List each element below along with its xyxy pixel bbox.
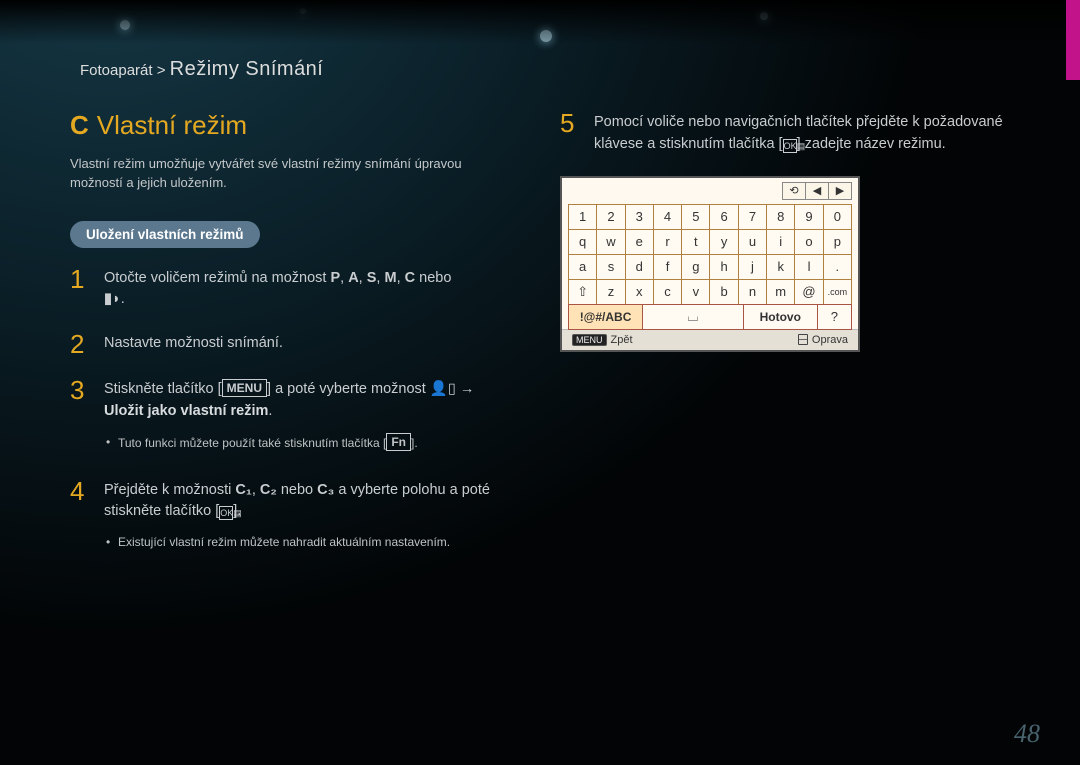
breadcrumb: Fotoaparát > Režimy Snímání xyxy=(80,58,323,81)
kbd-key-f[interactable]: f xyxy=(653,254,682,280)
kbd-key-i[interactable]: i xyxy=(766,229,795,255)
kbd-key-0[interactable]: 0 xyxy=(823,204,852,230)
kbd-foot-back[interactable]: MENUZpět xyxy=(572,334,633,346)
ok-button-icon: OK▤ xyxy=(783,139,797,153)
page-number: 48 xyxy=(1014,719,1040,749)
kbd-help[interactable]: ? xyxy=(817,304,852,330)
kbd-key-7[interactable]: 7 xyxy=(738,204,767,230)
kbd-key-d[interactable]: d xyxy=(625,254,654,280)
step-1: 1 Otočte voličem režimů na možnost P, A,… xyxy=(70,266,530,312)
page-title-text: Vlastní režim xyxy=(97,110,247,140)
step-4-note: Existující vlastní režim můžete nahradit… xyxy=(104,533,530,551)
kbd-key-s[interactable]: s xyxy=(596,254,625,280)
menu-button-label: MENU xyxy=(222,379,267,397)
kbd-cursor-left[interactable]: ◀ xyxy=(805,182,829,200)
kbd-key-u[interactable]: u xyxy=(738,229,767,255)
kbd-key-j[interactable]: j xyxy=(738,254,767,280)
section-pill: Uložení vlastních režimů xyxy=(70,221,260,248)
kbd-key-.[interactable]: . xyxy=(823,254,852,280)
kbd-key-r[interactable]: r xyxy=(653,229,682,255)
kbd-key-⇧[interactable]: ⇧ xyxy=(568,279,597,305)
kbd-key-x[interactable]: x xyxy=(625,279,654,305)
step-5: 5 Pomocí voliče nebo navigačních tlačíte… xyxy=(560,110,1020,156)
kbd-mode-switch[interactable]: !@#/ABC xyxy=(568,304,643,330)
kbd-key-.com[interactable]: .com xyxy=(823,279,852,305)
kbd-key-v[interactable]: v xyxy=(681,279,710,305)
kbd-key-2[interactable]: 2 xyxy=(596,204,625,230)
kbd-key-z[interactable]: z xyxy=(596,279,625,305)
kbd-foot-delete[interactable]: Oprava xyxy=(798,334,848,346)
kbd-key-@[interactable]: @ xyxy=(794,279,823,305)
kbd-key-y[interactable]: y xyxy=(709,229,738,255)
kbd-key-o[interactable]: o xyxy=(794,229,823,255)
step-3-note: Tuto funkci můžete použít také stisknutí… xyxy=(104,433,474,452)
kbd-key-k[interactable]: k xyxy=(766,254,795,280)
kbd-done[interactable]: Hotovo xyxy=(743,304,818,330)
video-icon: ▮◗ xyxy=(104,291,121,307)
kbd-key-6[interactable]: 6 xyxy=(709,204,738,230)
kbd-key-4[interactable]: 4 xyxy=(653,204,682,230)
kbd-undo-button[interactable]: ⟲ xyxy=(782,182,806,200)
kbd-key-g[interactable]: g xyxy=(681,254,710,280)
step-4: 4 Přejděte k možnosti C₁, C₂ nebo C₃ a v… xyxy=(70,478,530,558)
kbd-key-8[interactable]: 8 xyxy=(766,204,795,230)
kbd-cursor-right[interactable]: ▶ xyxy=(828,182,852,200)
kbd-key-l[interactable]: l xyxy=(794,254,823,280)
kbd-key-5[interactable]: 5 xyxy=(681,204,710,230)
kbd-key-q[interactable]: q xyxy=(568,229,597,255)
intro-text: Vlastní režim umožňuje vytvářet své vlas… xyxy=(70,155,500,193)
step-3: 3 Stiskněte tlačítko [MENU] a poté vyber… xyxy=(70,377,530,458)
kbd-key-a[interactable]: a xyxy=(568,254,597,280)
kbd-key-1[interactable]: 1 xyxy=(568,204,597,230)
onscreen-keyboard: ⟲ ◀ ▶ 1234567890 qwertyuiop asdfghjkl. ⇧… xyxy=(560,176,860,352)
kbd-key-n[interactable]: n xyxy=(738,279,767,305)
kbd-space[interactable]: ⌴ xyxy=(642,304,744,330)
breadcrumb-prefix: Fotoaparát > xyxy=(80,62,165,79)
kbd-key-b[interactable]: b xyxy=(709,279,738,305)
trash-icon xyxy=(798,334,808,345)
kbd-key-m[interactable]: m xyxy=(766,279,795,305)
kbd-key-c[interactable]: c xyxy=(653,279,682,305)
step-2: 2 Nastavte možnosti snímání. xyxy=(70,331,530,357)
fn-button-label: Fn xyxy=(386,433,411,451)
kbd-key-9[interactable]: 9 xyxy=(794,204,823,230)
kbd-key-w[interactable]: w xyxy=(596,229,625,255)
page-title: C Vlastní režim xyxy=(70,110,530,141)
kbd-key-3[interactable]: 3 xyxy=(625,204,654,230)
kbd-key-e[interactable]: e xyxy=(625,229,654,255)
breadcrumb-title: Režimy Snímání xyxy=(170,58,324,80)
kbd-key-h[interactable]: h xyxy=(709,254,738,280)
ok-button-icon: OK▤ xyxy=(219,506,233,520)
mode-glyph: C xyxy=(70,110,89,140)
user-mode-icon: 👤▯ xyxy=(430,381,456,397)
kbd-key-p[interactable]: p xyxy=(823,229,852,255)
kbd-key-t[interactable]: t xyxy=(681,229,710,255)
